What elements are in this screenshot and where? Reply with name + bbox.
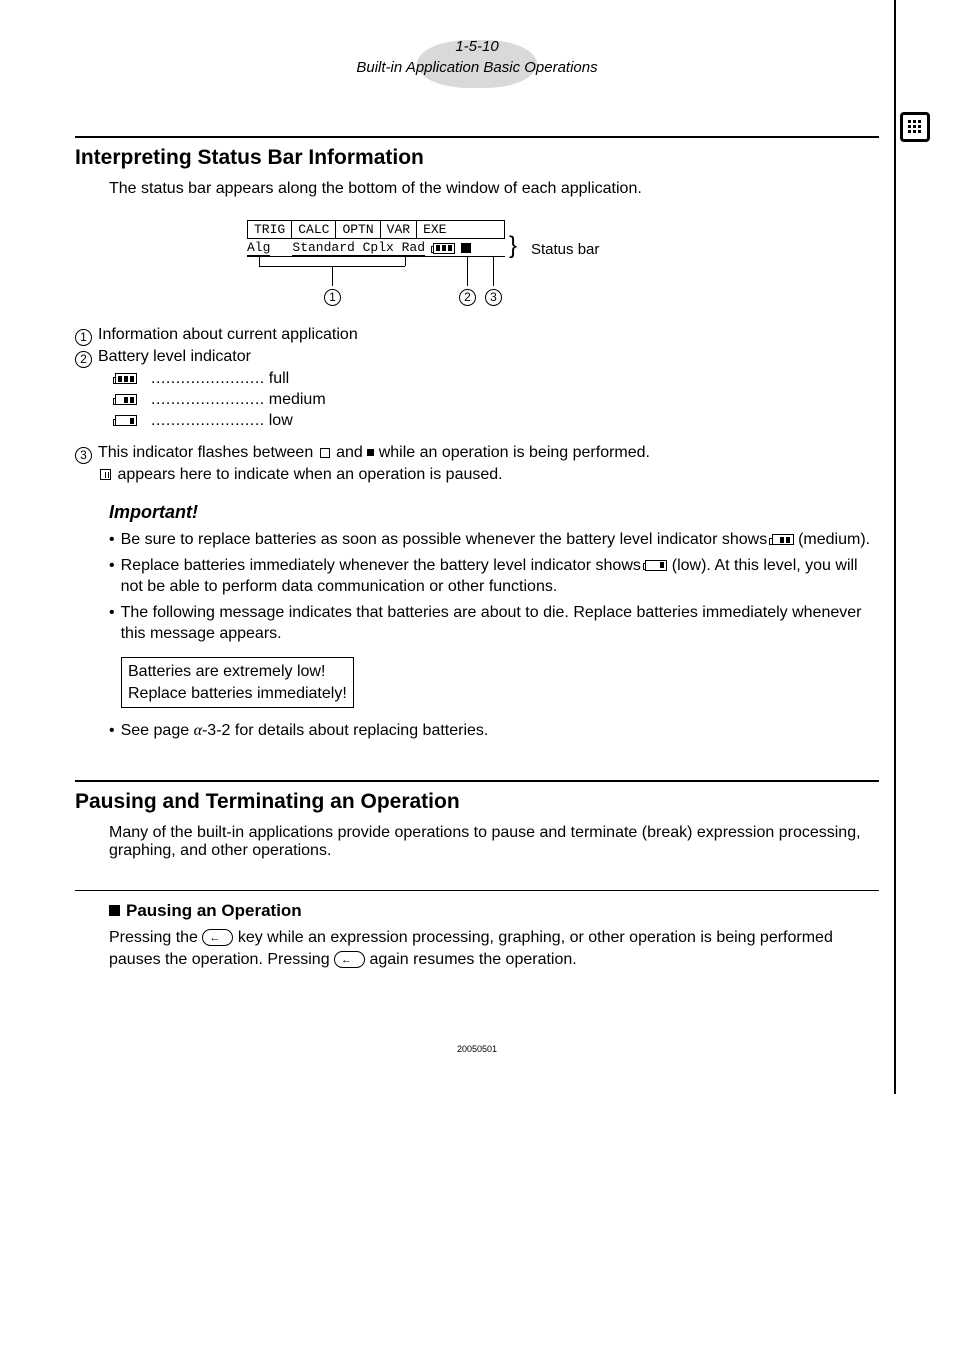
fig-brace-label: Status bar	[531, 241, 599, 258]
fig-busy-icon	[461, 243, 471, 253]
footer-date: 20050501	[75, 1044, 879, 1054]
bullet-dot-icon: •	[109, 602, 115, 645]
rule-3	[75, 890, 879, 891]
fig-tabstrip: TRIG CALC OPTN VAR EXE	[247, 220, 505, 239]
msg-line-2: Replace batteries immediately!	[128, 683, 347, 705]
battery-medium-row: medium	[115, 391, 879, 409]
dot-leader	[147, 370, 269, 388]
callout-2-icon: 2	[459, 289, 476, 306]
pausing-paragraph: Pressing the key while an expression pro…	[109, 927, 879, 972]
legend-list: 1 Information about current application …	[75, 326, 879, 484]
bullet-2: • Replace batteries immediately whenever…	[109, 555, 879, 598]
battery-full-icon	[115, 373, 137, 384]
legend-item-3: 3 This indicator flashes between and whi…	[75, 444, 879, 462]
fig-battery-icon	[433, 243, 455, 254]
bullet-dot-icon: •	[109, 555, 115, 598]
bullet-3: • The following message indicates that b…	[109, 602, 879, 645]
heading-status-bar: Interpreting Status Bar Information	[75, 146, 879, 170]
page-content: 1-5-10 Built-in Application Basic Operat…	[0, 0, 954, 1094]
rule-1	[75, 136, 879, 138]
battery-full-label: full	[269, 370, 289, 388]
battery-low-row: low	[115, 412, 879, 430]
intro-status-bar: The status bar appears along the bottom …	[109, 180, 879, 198]
battery-low-icon	[115, 415, 137, 426]
circled-3-icon: 3	[75, 447, 92, 464]
back-key-icon	[202, 929, 233, 946]
legend-3-line1: This indicator flashes between and while…	[98, 444, 650, 462]
battery-medium-icon	[772, 534, 794, 545]
legend-2-text: Battery level indicator	[98, 348, 251, 366]
low-battery-message-box: Batteries are extremely low! Replace bat…	[121, 657, 354, 708]
callout-3-icon: 3	[485, 289, 502, 306]
page-number: 1-5-10	[75, 36, 879, 57]
fig-tab: TRIG	[248, 221, 292, 238]
fig-tab: OPTN	[336, 221, 380, 238]
fig-tab: VAR	[381, 221, 417, 238]
important-bullets: • Be sure to replace batteries as soon a…	[109, 529, 879, 645]
filled-square-icon	[367, 449, 374, 456]
circled-2-icon: 2	[75, 351, 92, 368]
heading-important: Important!	[109, 502, 879, 523]
heading-pausing: Pausing and Terminating an Operation	[75, 790, 879, 814]
bullet-dot-icon: •	[109, 720, 115, 742]
battery-full-row: full	[115, 370, 879, 388]
legend-item-1: 1 Information about current application	[75, 326, 879, 344]
legend-item-2: 2 Battery level indicator	[75, 348, 879, 366]
battery-level-list: full medium low	[115, 370, 879, 430]
back-key-icon	[334, 951, 365, 968]
square-bullet-icon	[109, 905, 120, 916]
page-header: 1-5-10 Built-in Application Basic Operat…	[75, 36, 879, 78]
dot-leader	[147, 391, 269, 409]
fig-tab: CALC	[292, 221, 336, 238]
battery-medium-icon	[115, 394, 137, 405]
status-bar-figure: TRIG CALC OPTN VAR EXE Alg Standard Cplx…	[247, 220, 707, 320]
alpha-glyph: α	[194, 722, 202, 739]
empty-square-icon	[320, 448, 330, 458]
msg-line-1: Batteries are extremely low!	[128, 661, 347, 683]
battery-low-label: low	[269, 412, 293, 430]
battery-low-icon	[645, 560, 667, 571]
legend-1-text: Information about current application	[98, 326, 358, 344]
fig-brace: }	[509, 238, 517, 255]
fig-callout-lines	[247, 254, 505, 294]
fig-tab: EXE	[417, 221, 452, 238]
section-title: Built-in Application Basic Operations	[75, 57, 879, 78]
battery-medium-label: medium	[269, 391, 326, 409]
circled-1-icon: 1	[75, 329, 92, 346]
legend-3-line2: appears here to indicate when an operati…	[98, 466, 879, 484]
bullet-1: • Be sure to replace batteries as soon a…	[109, 529, 879, 551]
pause-square-icon	[100, 469, 111, 480]
callout-1-icon: 1	[324, 289, 341, 306]
bullet-dot-icon: •	[109, 529, 115, 551]
bullet-4: • See page α-3-2 for details about repla…	[109, 720, 879, 742]
see-page-bullet: • See page α-3-2 for details about repla…	[109, 720, 879, 742]
intro-pausing: Many of the built-in applications provid…	[109, 824, 879, 860]
subheading-pausing: Pausing an Operation	[109, 901, 879, 921]
dot-leader	[147, 412, 269, 430]
rule-2	[75, 780, 879, 782]
